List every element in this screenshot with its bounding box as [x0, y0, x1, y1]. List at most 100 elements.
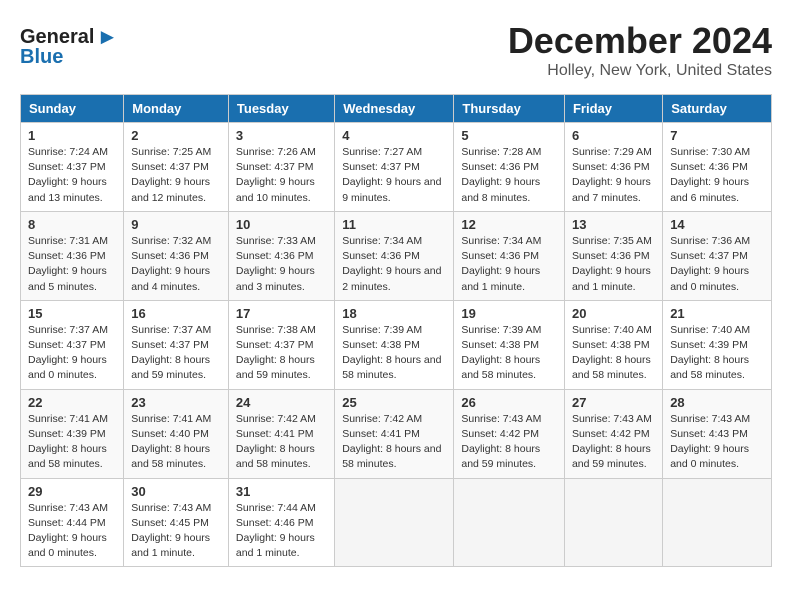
calendar-day-cell: 19 Sunrise: 7:39 AM Sunset: 4:38 PM Dayl… — [454, 300, 565, 389]
calendar-day-cell: 17 Sunrise: 7:38 AM Sunset: 4:37 PM Dayl… — [228, 300, 334, 389]
day-number: 11 — [342, 217, 446, 232]
calendar-day-cell: 26 Sunrise: 7:43 AM Sunset: 4:42 PM Dayl… — [454, 389, 565, 478]
day-of-week-header: Wednesday — [335, 95, 454, 123]
calendar-day-cell: 5 Sunrise: 7:28 AM Sunset: 4:36 PM Dayli… — [454, 123, 565, 212]
calendar-day-cell: 24 Sunrise: 7:42 AM Sunset: 4:41 PM Dayl… — [228, 389, 334, 478]
day-info: Sunrise: 7:25 AM Sunset: 4:37 PM Dayligh… — [131, 145, 221, 206]
day-info: Sunrise: 7:37 AM Sunset: 4:37 PM Dayligh… — [131, 323, 221, 384]
calendar-day-cell — [454, 478, 565, 567]
day-info: Sunrise: 7:43 AM Sunset: 4:42 PM Dayligh… — [572, 412, 655, 473]
day-of-week-header: Tuesday — [228, 95, 334, 123]
day-info: Sunrise: 7:43 AM Sunset: 4:43 PM Dayligh… — [670, 412, 764, 473]
day-number: 31 — [236, 484, 327, 499]
calendar-week-row: 8 Sunrise: 7:31 AM Sunset: 4:36 PM Dayli… — [21, 211, 772, 300]
calendar-day-cell: 25 Sunrise: 7:42 AM Sunset: 4:41 PM Dayl… — [335, 389, 454, 478]
calendar-day-cell: 16 Sunrise: 7:37 AM Sunset: 4:37 PM Dayl… — [124, 300, 229, 389]
day-number: 28 — [670, 395, 764, 410]
day-info: Sunrise: 7:37 AM Sunset: 4:37 PM Dayligh… — [28, 323, 116, 384]
calendar-day-cell: 4 Sunrise: 7:27 AM Sunset: 4:37 PM Dayli… — [335, 123, 454, 212]
day-info: Sunrise: 7:42 AM Sunset: 4:41 PM Dayligh… — [236, 412, 327, 473]
day-info: Sunrise: 7:39 AM Sunset: 4:38 PM Dayligh… — [461, 323, 557, 384]
calendar-day-cell: 7 Sunrise: 7:30 AM Sunset: 4:36 PM Dayli… — [663, 123, 772, 212]
calendar-day-cell: 2 Sunrise: 7:25 AM Sunset: 4:37 PM Dayli… — [124, 123, 229, 212]
day-of-week-header: Sunday — [21, 95, 124, 123]
calendar-day-cell: 3 Sunrise: 7:26 AM Sunset: 4:37 PM Dayli… — [228, 123, 334, 212]
day-number: 30 — [131, 484, 221, 499]
day-info: Sunrise: 7:40 AM Sunset: 4:39 PM Dayligh… — [670, 323, 764, 384]
calendar-day-cell: 13 Sunrise: 7:35 AM Sunset: 4:36 PM Dayl… — [564, 211, 662, 300]
day-number: 1 — [28, 128, 116, 143]
calendar-day-cell: 10 Sunrise: 7:33 AM Sunset: 4:36 PM Dayl… — [228, 211, 334, 300]
day-info: Sunrise: 7:29 AM Sunset: 4:36 PM Dayligh… — [572, 145, 655, 206]
day-info: Sunrise: 7:39 AM Sunset: 4:38 PM Dayligh… — [342, 323, 446, 384]
day-number: 21 — [670, 306, 764, 321]
day-number: 3 — [236, 128, 327, 143]
day-number: 4 — [342, 128, 446, 143]
day-info: Sunrise: 7:43 AM Sunset: 4:42 PM Dayligh… — [461, 412, 557, 473]
calendar-day-cell — [335, 478, 454, 567]
day-info: Sunrise: 7:36 AM Sunset: 4:37 PM Dayligh… — [670, 234, 764, 295]
day-info: Sunrise: 7:31 AM Sunset: 4:36 PM Dayligh… — [28, 234, 116, 295]
calendar-day-cell: 31 Sunrise: 7:44 AM Sunset: 4:46 PM Dayl… — [228, 478, 334, 567]
day-info: Sunrise: 7:32 AM Sunset: 4:36 PM Dayligh… — [131, 234, 221, 295]
day-number: 20 — [572, 306, 655, 321]
day-info: Sunrise: 7:43 AM Sunset: 4:44 PM Dayligh… — [28, 501, 116, 562]
calendar-day-cell: 22 Sunrise: 7:41 AM Sunset: 4:39 PM Dayl… — [21, 389, 124, 478]
day-number: 13 — [572, 217, 655, 232]
day-info: Sunrise: 7:30 AM Sunset: 4:36 PM Dayligh… — [670, 145, 764, 206]
day-number: 19 — [461, 306, 557, 321]
calendar-title: December 2024 — [20, 20, 772, 62]
calendar-day-cell: 28 Sunrise: 7:43 AM Sunset: 4:43 PM Dayl… — [663, 389, 772, 478]
calendar-day-cell: 29 Sunrise: 7:43 AM Sunset: 4:44 PM Dayl… — [21, 478, 124, 567]
day-number: 5 — [461, 128, 557, 143]
day-number: 27 — [572, 395, 655, 410]
day-number: 2 — [131, 128, 221, 143]
day-number: 17 — [236, 306, 327, 321]
day-info: Sunrise: 7:38 AM Sunset: 4:37 PM Dayligh… — [236, 323, 327, 384]
day-info: Sunrise: 7:42 AM Sunset: 4:41 PM Dayligh… — [342, 412, 446, 473]
day-info: Sunrise: 7:28 AM Sunset: 4:36 PM Dayligh… — [461, 145, 557, 206]
calendar-day-cell: 30 Sunrise: 7:43 AM Sunset: 4:45 PM Dayl… — [124, 478, 229, 567]
day-number: 14 — [670, 217, 764, 232]
calendar-day-cell: 12 Sunrise: 7:34 AM Sunset: 4:36 PM Dayl… — [454, 211, 565, 300]
calendar-header: December 2024 Holley, New York, United S… — [20, 20, 772, 80]
day-info: Sunrise: 7:34 AM Sunset: 4:36 PM Dayligh… — [342, 234, 446, 295]
calendar-day-cell: 15 Sunrise: 7:37 AM Sunset: 4:37 PM Dayl… — [21, 300, 124, 389]
page-header: General ► Blue December 2024 Holley, New… — [20, 20, 772, 84]
day-number: 18 — [342, 306, 446, 321]
calendar-week-row: 22 Sunrise: 7:41 AM Sunset: 4:39 PM Dayl… — [21, 389, 772, 478]
calendar-day-cell — [663, 478, 772, 567]
day-number: 10 — [236, 217, 327, 232]
day-number: 22 — [28, 395, 116, 410]
day-of-week-header: Monday — [124, 95, 229, 123]
logo-bird-icon: ► — [96, 24, 118, 50]
calendar-subtitle: Holley, New York, United States — [20, 62, 772, 80]
day-number: 7 — [670, 128, 764, 143]
day-number: 15 — [28, 306, 116, 321]
day-of-week-header: Saturday — [663, 95, 772, 123]
calendar-header-row: SundayMondayTuesdayWednesdayThursdayFrid… — [21, 95, 772, 123]
day-number: 8 — [28, 217, 116, 232]
calendar-day-cell: 18 Sunrise: 7:39 AM Sunset: 4:38 PM Dayl… — [335, 300, 454, 389]
calendar-day-cell: 8 Sunrise: 7:31 AM Sunset: 4:36 PM Dayli… — [21, 211, 124, 300]
logo: General ► Blue — [20, 24, 118, 69]
calendar-day-cell: 20 Sunrise: 7:40 AM Sunset: 4:38 PM Dayl… — [564, 300, 662, 389]
calendar-week-row: 29 Sunrise: 7:43 AM Sunset: 4:44 PM Dayl… — [21, 478, 772, 567]
day-info: Sunrise: 7:41 AM Sunset: 4:40 PM Dayligh… — [131, 412, 221, 473]
calendar-day-cell: 6 Sunrise: 7:29 AM Sunset: 4:36 PM Dayli… — [564, 123, 662, 212]
day-info: Sunrise: 7:27 AM Sunset: 4:37 PM Dayligh… — [342, 145, 446, 206]
day-number: 26 — [461, 395, 557, 410]
day-info: Sunrise: 7:41 AM Sunset: 4:39 PM Dayligh… — [28, 412, 116, 473]
calendar-week-row: 1 Sunrise: 7:24 AM Sunset: 4:37 PM Dayli… — [21, 123, 772, 212]
day-of-week-header: Thursday — [454, 95, 565, 123]
day-info: Sunrise: 7:44 AM Sunset: 4:46 PM Dayligh… — [236, 501, 327, 562]
day-of-week-header: Friday — [564, 95, 662, 123]
day-number: 6 — [572, 128, 655, 143]
day-info: Sunrise: 7:34 AM Sunset: 4:36 PM Dayligh… — [461, 234, 557, 295]
day-number: 25 — [342, 395, 446, 410]
day-number: 29 — [28, 484, 116, 499]
calendar-day-cell: 9 Sunrise: 7:32 AM Sunset: 4:36 PM Dayli… — [124, 211, 229, 300]
day-info: Sunrise: 7:40 AM Sunset: 4:38 PM Dayligh… — [572, 323, 655, 384]
day-info: Sunrise: 7:26 AM Sunset: 4:37 PM Dayligh… — [236, 145, 327, 206]
day-number: 23 — [131, 395, 221, 410]
